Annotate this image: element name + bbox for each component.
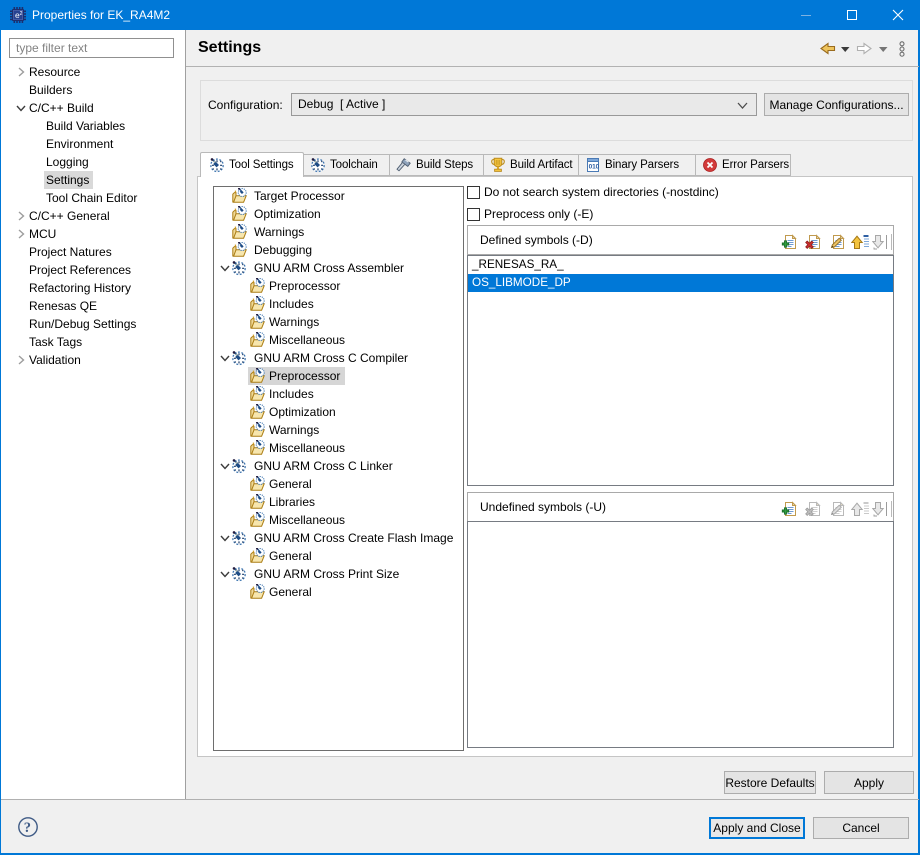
svg-text:?: ? (24, 820, 31, 836)
svg-text:2: 2 (20, 11, 23, 17)
svg-text:010: 010 (589, 164, 600, 171)
